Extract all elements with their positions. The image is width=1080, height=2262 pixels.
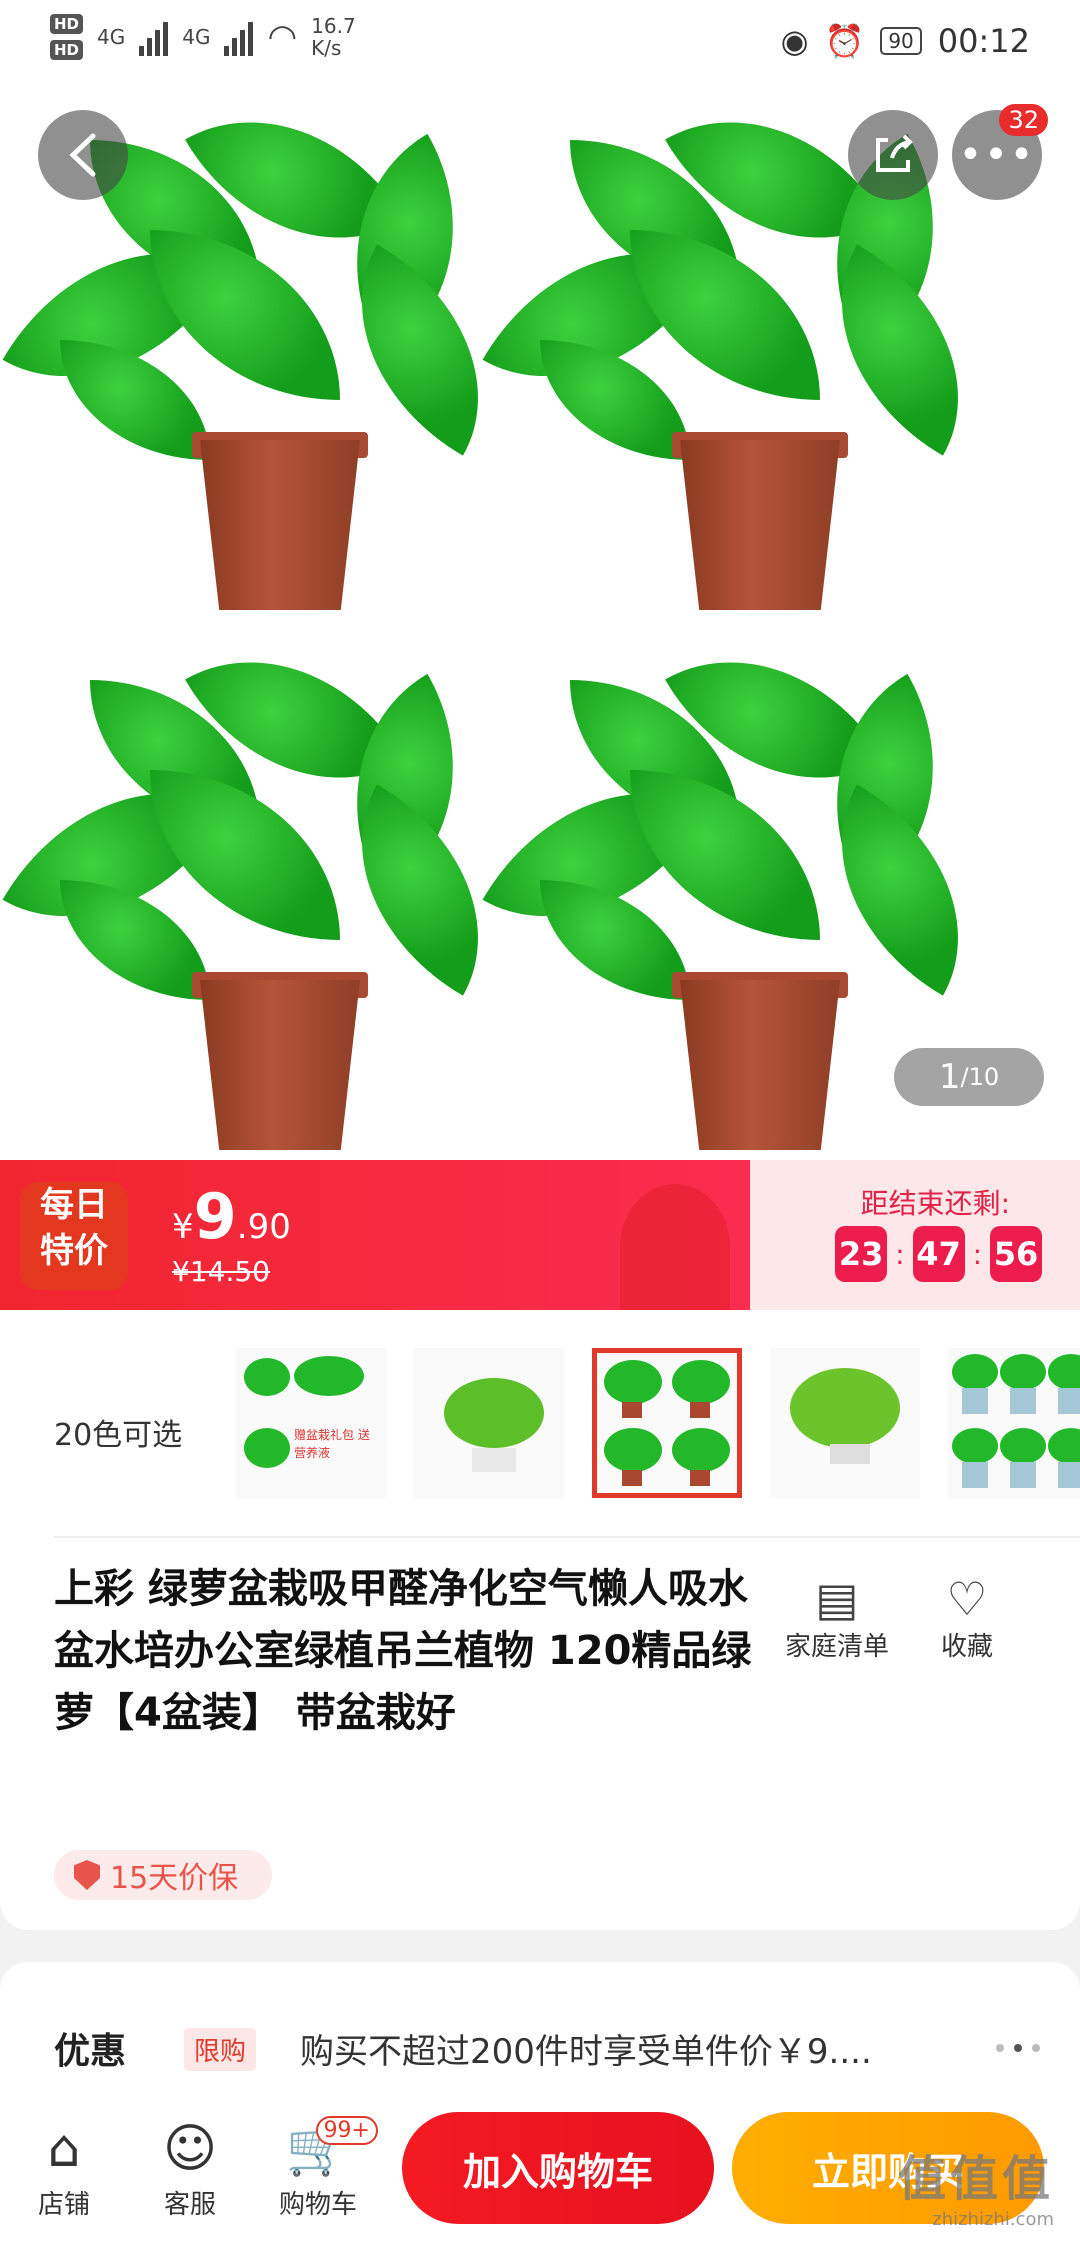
pager-current: 1 [938,1057,961,1097]
variant-thumb[interactable] [948,1348,1080,1498]
carousel-dots [996,2044,1040,2052]
flame-icon [620,1184,730,1310]
signal-icon [139,18,169,56]
discount-label: 优惠 [54,2031,127,2072]
back-arrow-icon [69,133,96,177]
cart-count-badge: 99+ [315,2116,378,2145]
countdown-label: 距结束还剩: [860,1187,1010,1220]
eye-icon: ◉ [780,22,809,60]
purchase-limit-tag: 限购 [184,2028,257,2071]
price-decimal: .90 [236,1207,291,1247]
signal-icon [224,18,254,56]
countdown-hours: 23 [835,1226,888,1282]
variant-count-label[interactable]: 20色可选 [54,1410,182,1454]
countdown-separator: : [895,1237,905,1271]
more-button[interactable]: ••• 32 [952,104,1048,200]
clock-time: 00:12 [937,22,1030,60]
price-currency: ¥ [172,1207,194,1247]
variant-thumb-note: 赠盆栽礼包 送营养液 [294,1428,370,1460]
plant-image [0,604,533,1160]
sim1-hd-icon: HD [50,14,84,34]
product-info-card: 20色可选 赠盆栽礼包 送营养液 上彩 绿萝盆栽吸甲醛净化空气懒人吸水盆水培办公… [0,1310,1080,1930]
daily-deal-tag: 每日 特价 [20,1182,128,1290]
share-icon [876,134,913,172]
product-title: 上彩 绿萝盆栽吸甲醛净化空气懒人吸水盆水培办公室绿植吊兰植物 120精品绿萝【4… [54,1566,752,1736]
countdown-separator: : [972,1237,982,1271]
cart-button[interactable]: 🛒 购物车 99+ [268,2114,378,2221]
list-add-icon: ▤ [815,1572,859,1626]
network-speed: 16.7 [311,14,356,38]
shield-icon [74,1860,100,1890]
family-list-label: 家庭清单 [784,1632,889,1662]
price-guarantee-label: 15天价保 [110,1861,239,1896]
variant-thumb-selected[interactable] [592,1348,742,1498]
notification-badge: 32 [999,104,1048,136]
daily-deal-banner: 每日 特价 ¥9.90 ¥14.50 距结束还剩: 23 : 47 : 56 [0,1160,1080,1310]
chat-bubble-icon: ☺ [162,2119,218,2179]
shop-icon: ⌂ [47,2119,81,2179]
variant-thumb[interactable]: 赠盆栽礼包 送营养液 [236,1348,386,1498]
customer-service-label: 客服 [163,2190,216,2220]
countdown-minutes: 47 [912,1226,965,1282]
variant-thumb[interactable] [414,1348,564,1498]
variant-thumb[interactable] [770,1348,920,1498]
cart-label: 购物车 [278,2190,357,2220]
more-dots-icon: ••• [958,132,1036,178]
pager-total: /10 [960,1063,1000,1091]
divider [54,1536,1080,1538]
add-to-cart-button[interactable]: 加入购物车 [402,2112,714,2224]
watermark: 值值值 zhizhizhi.com [898,2139,1054,2230]
watermark-url: zhizhizhi.com [932,2209,1054,2230]
sim2-hd-icon: HD [50,40,84,60]
favorite-button[interactable]: ♡ 收藏 [902,1572,1032,1663]
share-button[interactable] [848,110,938,200]
discount-text: 购买不超过200件时享受单件价￥9.... [300,2032,872,2072]
heart-icon: ♡ [946,1572,988,1626]
alarm-icon: ⏰ [824,22,865,60]
wifi-icon: ◠ [267,17,298,57]
price-guarantee-badge[interactable]: 15天价保 [54,1850,272,1900]
countdown-timer: 23 : 47 : 56 [835,1226,1042,1282]
back-button[interactable] [38,110,128,200]
shop-label: 店铺 [37,2190,90,2220]
watermark-logo: 值值值 [897,2151,1054,2207]
image-pager: 1/10 [894,1048,1044,1106]
original-price: ¥14.50 [172,1255,270,1288]
daily-deal-tag-line2: 特价 [40,1231,108,1271]
favorite-label: 收藏 [940,1632,993,1662]
daily-deal-tag-line1: 每日 [40,1185,108,1225]
family-list-button[interactable]: ▤ 家庭清单 [772,1572,902,1663]
network-speed-unit: K/s [311,36,342,60]
deal-price: ¥9.90 [172,1180,291,1253]
battery-level: 90 [880,27,922,55]
countdown-panel: 距结束还剩: 23 : 47 : 56 [750,1160,1080,1310]
shop-button[interactable]: ⌂ 店铺 [14,2114,114,2221]
network-type-1: 4G [97,25,126,49]
countdown-seconds: 56 [990,1226,1042,1282]
status-bar: HD HD 4G 4G ◠ 16.7 K/s ◉ ⏰ 90 00:12 [0,0,1080,90]
variant-thumbnails: 赠盆栽礼包 送营养液 [236,1348,1080,1498]
network-type-2: 4G [182,25,211,49]
price-integer: 9 [193,1180,237,1253]
customer-service-button[interactable]: ☺ 客服 [140,2114,240,2221]
